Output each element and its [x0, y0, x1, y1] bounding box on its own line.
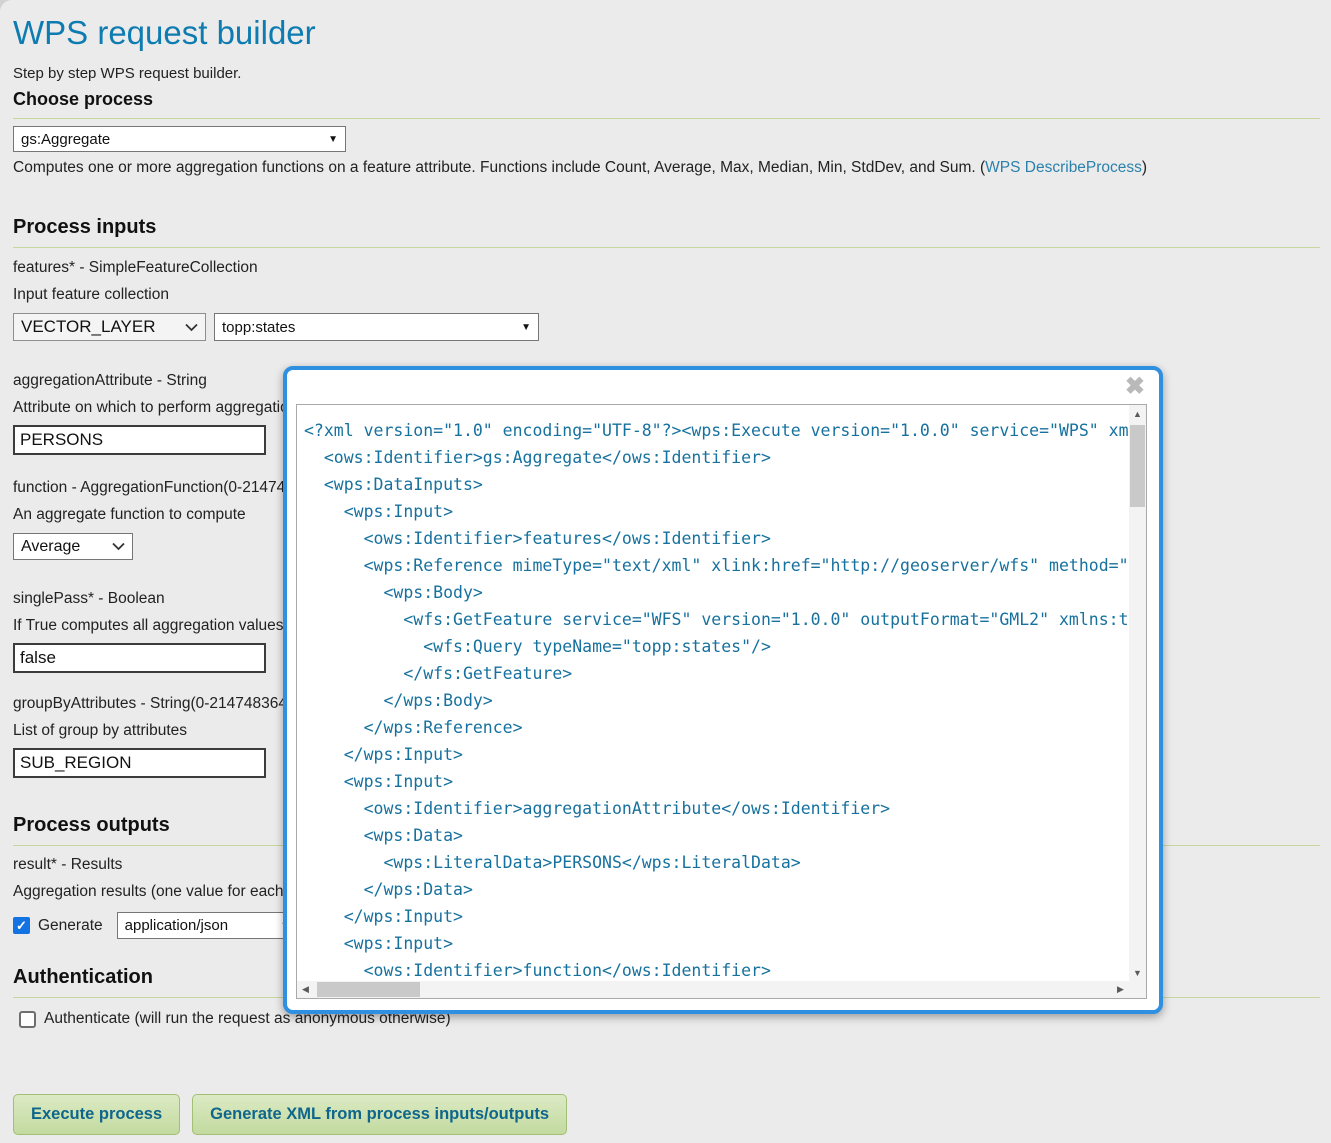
process-description: Computes one or more aggregation functio…	[13, 159, 1320, 177]
features-description: Input feature collection	[13, 286, 1320, 304]
single-pass-input[interactable]	[13, 643, 266, 673]
scroll-down-icon[interactable]: ▼	[1129, 964, 1146, 981]
page-subtitle: Step by step WPS request builder.	[13, 65, 1320, 82]
output-format-value: application/json	[125, 917, 228, 934]
scrollbar-corner	[1129, 981, 1146, 998]
feature-source-value: VECTOR_LAYER	[21, 317, 155, 337]
function-select-value: Average	[21, 538, 80, 556]
scroll-up-icon[interactable]: ▲	[1129, 405, 1146, 422]
xml-preview-panel: <?xml version="1.0" encoding="UTF-8"?><w…	[296, 404, 1147, 999]
process-select[interactable]: gs:Aggregate ▼	[13, 126, 346, 152]
aggregation-attribute-input[interactable]	[13, 425, 266, 455]
vertical-scrollbar[interactable]: ▲ ▼	[1129, 405, 1146, 981]
choose-process-heading: Choose process	[13, 89, 1320, 119]
process-select-value: gs:Aggregate	[21, 131, 110, 148]
output-format-select[interactable]: application/json	[117, 912, 303, 939]
features-label: features* - SimpleFeatureCollection	[13, 259, 1320, 277]
vector-layer-select[interactable]: topp:states ▼	[214, 313, 539, 341]
process-description-text: Computes one or more aggregation functio…	[13, 159, 985, 176]
chevron-down-icon	[112, 542, 125, 551]
xml-content: <?xml version="1.0" encoding="UTF-8"?><w…	[297, 405, 1129, 981]
scroll-left-icon[interactable]: ◀	[297, 981, 314, 998]
authenticate-checkbox[interactable]	[19, 1011, 36, 1028]
close-icon[interactable]: ✖	[1125, 372, 1145, 402]
wps-request-builder-page: WPS request builder Step by step WPS req…	[0, 0, 1331, 1143]
dropdown-triangle-icon: ▼	[328, 134, 338, 145]
wps-xml-dialog: ✖ <?xml version="1.0" encoding="UTF-8"?>…	[283, 366, 1163, 1014]
group-by-attributes-input[interactable]	[13, 748, 266, 778]
vector-layer-value: topp:states	[222, 319, 295, 336]
process-description-close-paren: )	[1142, 159, 1147, 176]
horizontal-scrollbar-thumb[interactable]	[317, 982, 420, 997]
feature-source-select[interactable]: VECTOR_LAYER	[13, 313, 206, 341]
wps-describe-process-link[interactable]: WPS DescribeProcess	[985, 159, 1142, 176]
function-select[interactable]: Average	[13, 533, 133, 560]
horizontal-scrollbar[interactable]: ◀ ▶	[297, 981, 1129, 998]
process-inputs-heading: Process inputs	[13, 216, 1320, 248]
generate-xml-button[interactable]: Generate XML from process inputs/outputs	[192, 1094, 567, 1135]
chevron-down-icon	[185, 323, 198, 332]
scroll-right-icon[interactable]: ▶	[1112, 981, 1129, 998]
page-title: WPS request builder	[13, 14, 1320, 52]
vertical-scrollbar-thumb[interactable]	[1130, 425, 1145, 507]
execute-process-button[interactable]: Execute process	[13, 1094, 180, 1135]
action-buttons: Execute process Generate XML from proces…	[13, 1094, 567, 1135]
dropdown-triangle-icon: ▼	[521, 322, 531, 333]
generate-label: Generate	[38, 917, 103, 935]
generate-checkbox[interactable]: ✓	[13, 917, 30, 934]
checkmark-icon: ✓	[16, 918, 27, 934]
